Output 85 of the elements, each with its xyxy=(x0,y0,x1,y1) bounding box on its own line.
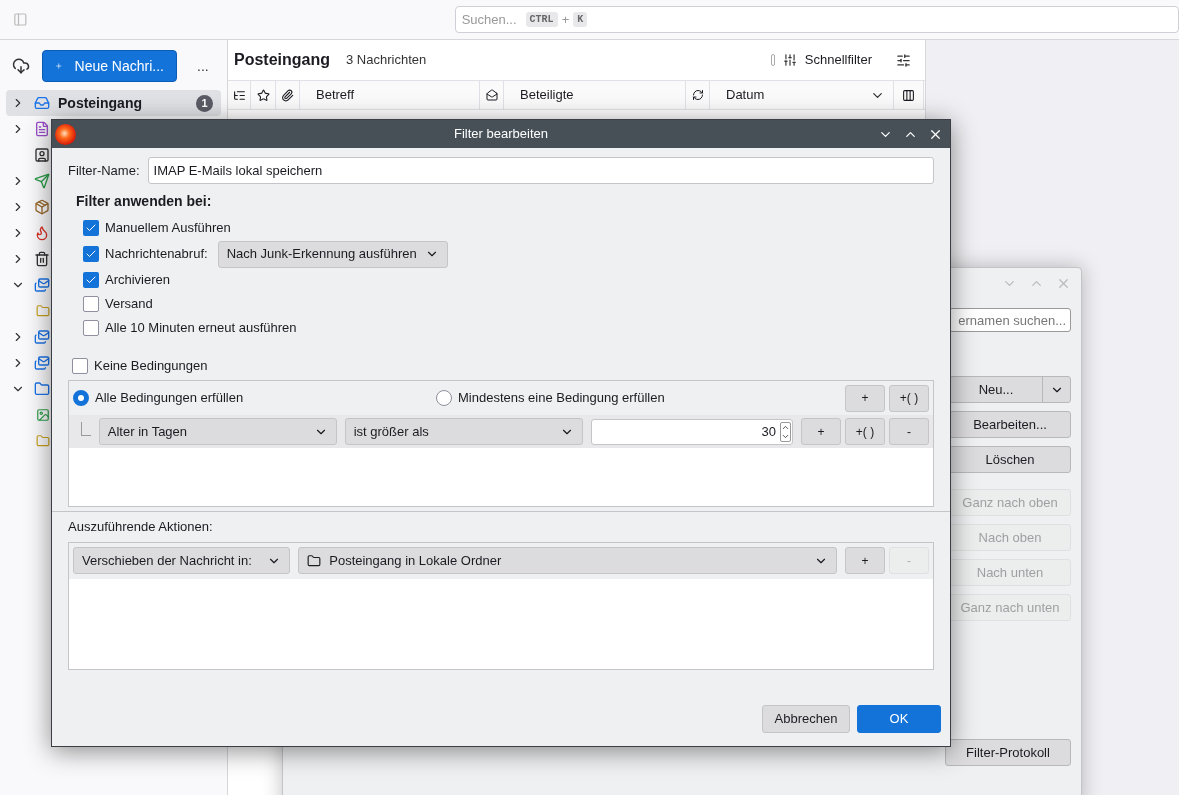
more-button[interactable]: ... xyxy=(189,55,217,77)
small-button[interactable]: + xyxy=(801,418,841,445)
flame-icon xyxy=(34,225,50,241)
image-folder-icon xyxy=(36,408,50,422)
thread-icon[interactable] xyxy=(232,88,246,102)
ok-button[interactable]: OK xyxy=(857,705,941,733)
radio-button[interactable] xyxy=(436,390,452,406)
action-select[interactable]: Verschieben der Nachricht in: xyxy=(73,547,291,574)
folder-row[interactable]: Posteingang 1 xyxy=(6,90,221,116)
contact-icon xyxy=(34,147,50,163)
check-icon xyxy=(85,274,97,286)
check-icon xyxy=(85,248,97,260)
checkbox[interactable] xyxy=(83,320,99,336)
section-heading: Filter anwenden bei: xyxy=(76,192,213,211)
quick-filter-button[interactable]: Schnellfilter xyxy=(804,50,872,70)
message-count: 3 Nachrichten xyxy=(346,51,427,70)
option-label: Archivieren xyxy=(105,271,171,290)
attachment-icon[interactable] xyxy=(281,88,294,102)
folder-icon xyxy=(34,381,50,397)
small-button[interactable]: +( ) xyxy=(845,418,885,445)
folder-title: Posteingang xyxy=(234,50,330,70)
column-header[interactable]: Betreff xyxy=(300,81,480,109)
radio-button[interactable] xyxy=(73,390,89,406)
send-icon xyxy=(34,173,50,189)
column-header[interactable]: Datum xyxy=(710,81,894,109)
filter-log-button[interactable]: Filter-Protokoll xyxy=(945,739,1071,766)
condition-field-select[interactable]: Alter in Tagen xyxy=(98,418,337,445)
column-header[interactable]: Beteiligte xyxy=(504,81,686,109)
spinner-icon[interactable] xyxy=(780,421,791,442)
window-title: Filter bearbeiten xyxy=(454,125,548,144)
checkbox[interactable] xyxy=(83,220,99,236)
check-icon xyxy=(85,222,97,234)
display-options-icon[interactable] xyxy=(896,52,911,68)
radio-label: Mindestens eine Bedingung erfüllen xyxy=(458,389,665,408)
checkbox[interactable] xyxy=(83,272,99,288)
number-field[interactable]: 30 xyxy=(590,418,793,445)
folder-icon xyxy=(307,553,322,568)
search-field[interactable]: ernamen suchen... xyxy=(949,308,1071,332)
section-label: Auszuführende Aktionen: xyxy=(68,518,214,536)
toggle-icon[interactable] xyxy=(770,54,775,66)
target-folder-select[interactable]: Posteingang in Lokale Ordner xyxy=(298,547,837,574)
cloud-download-icon[interactable] xyxy=(12,57,30,75)
option-label: Manuellem Ausführen xyxy=(105,219,231,238)
folder-label: Posteingang xyxy=(58,93,142,113)
trash-icon xyxy=(34,251,50,267)
unread-count: 1 xyxy=(196,94,213,112)
small-button[interactable]: - xyxy=(889,418,929,445)
app-logo-icon xyxy=(55,123,76,145)
filter-name-field[interactable]: IMAP E-Mails lokal speichern xyxy=(147,157,934,184)
condition-operator-select[interactable]: ist größer als xyxy=(344,418,583,445)
mail-icon[interactable] xyxy=(485,89,498,101)
option-label: Keine Bedingungen xyxy=(94,357,208,376)
refresh-icon[interactable] xyxy=(691,89,704,101)
filter-action-button[interactable]: Löschen xyxy=(949,446,1071,473)
filter-action-button[interactable]: Bearbeiten... xyxy=(949,411,1071,438)
option-label: Versand xyxy=(105,295,153,314)
option-label: Nachrichtenabruf: xyxy=(105,245,208,264)
folder-icon xyxy=(36,304,50,318)
radio-label: Alle Bedingungen erfüllen xyxy=(95,389,244,408)
column-picker-icon[interactable] xyxy=(902,88,915,102)
checkbox[interactable] xyxy=(72,358,88,374)
field-label: Filter-Name: xyxy=(68,161,140,180)
document-icon xyxy=(34,121,50,137)
package-icon xyxy=(34,199,50,215)
run-timing-select[interactable]: Nach Junk-Erkennung ausführen xyxy=(217,240,448,268)
small-button[interactable]: + xyxy=(845,384,885,412)
checkbox[interactable] xyxy=(83,296,99,312)
sidebar-toggle-icon[interactable] xyxy=(13,12,28,27)
mail-account-icon xyxy=(34,277,50,293)
small-button[interactable]: +( ) xyxy=(889,384,929,412)
key-joiner: + xyxy=(561,10,570,29)
key-label: CTRL xyxy=(525,12,558,27)
small-button[interactable]: + xyxy=(845,547,885,574)
sliders-icon xyxy=(782,53,797,67)
inbox-icon xyxy=(34,95,50,111)
star-icon[interactable] xyxy=(256,88,270,102)
mail-account-icon xyxy=(34,355,50,371)
checkbox[interactable] xyxy=(83,246,99,262)
search-field[interactable]: Suchen... CTRL + K xyxy=(454,6,1179,33)
folder-icon xyxy=(36,434,50,448)
mail-account-icon xyxy=(34,329,50,345)
cancel-button[interactable]: Abbrechen xyxy=(762,705,850,733)
new-message-button[interactable]: Neue Nachri... xyxy=(42,50,177,82)
key-label: K xyxy=(573,12,588,27)
option-label: Alle 10 Minuten erneut ausführen xyxy=(105,319,297,338)
